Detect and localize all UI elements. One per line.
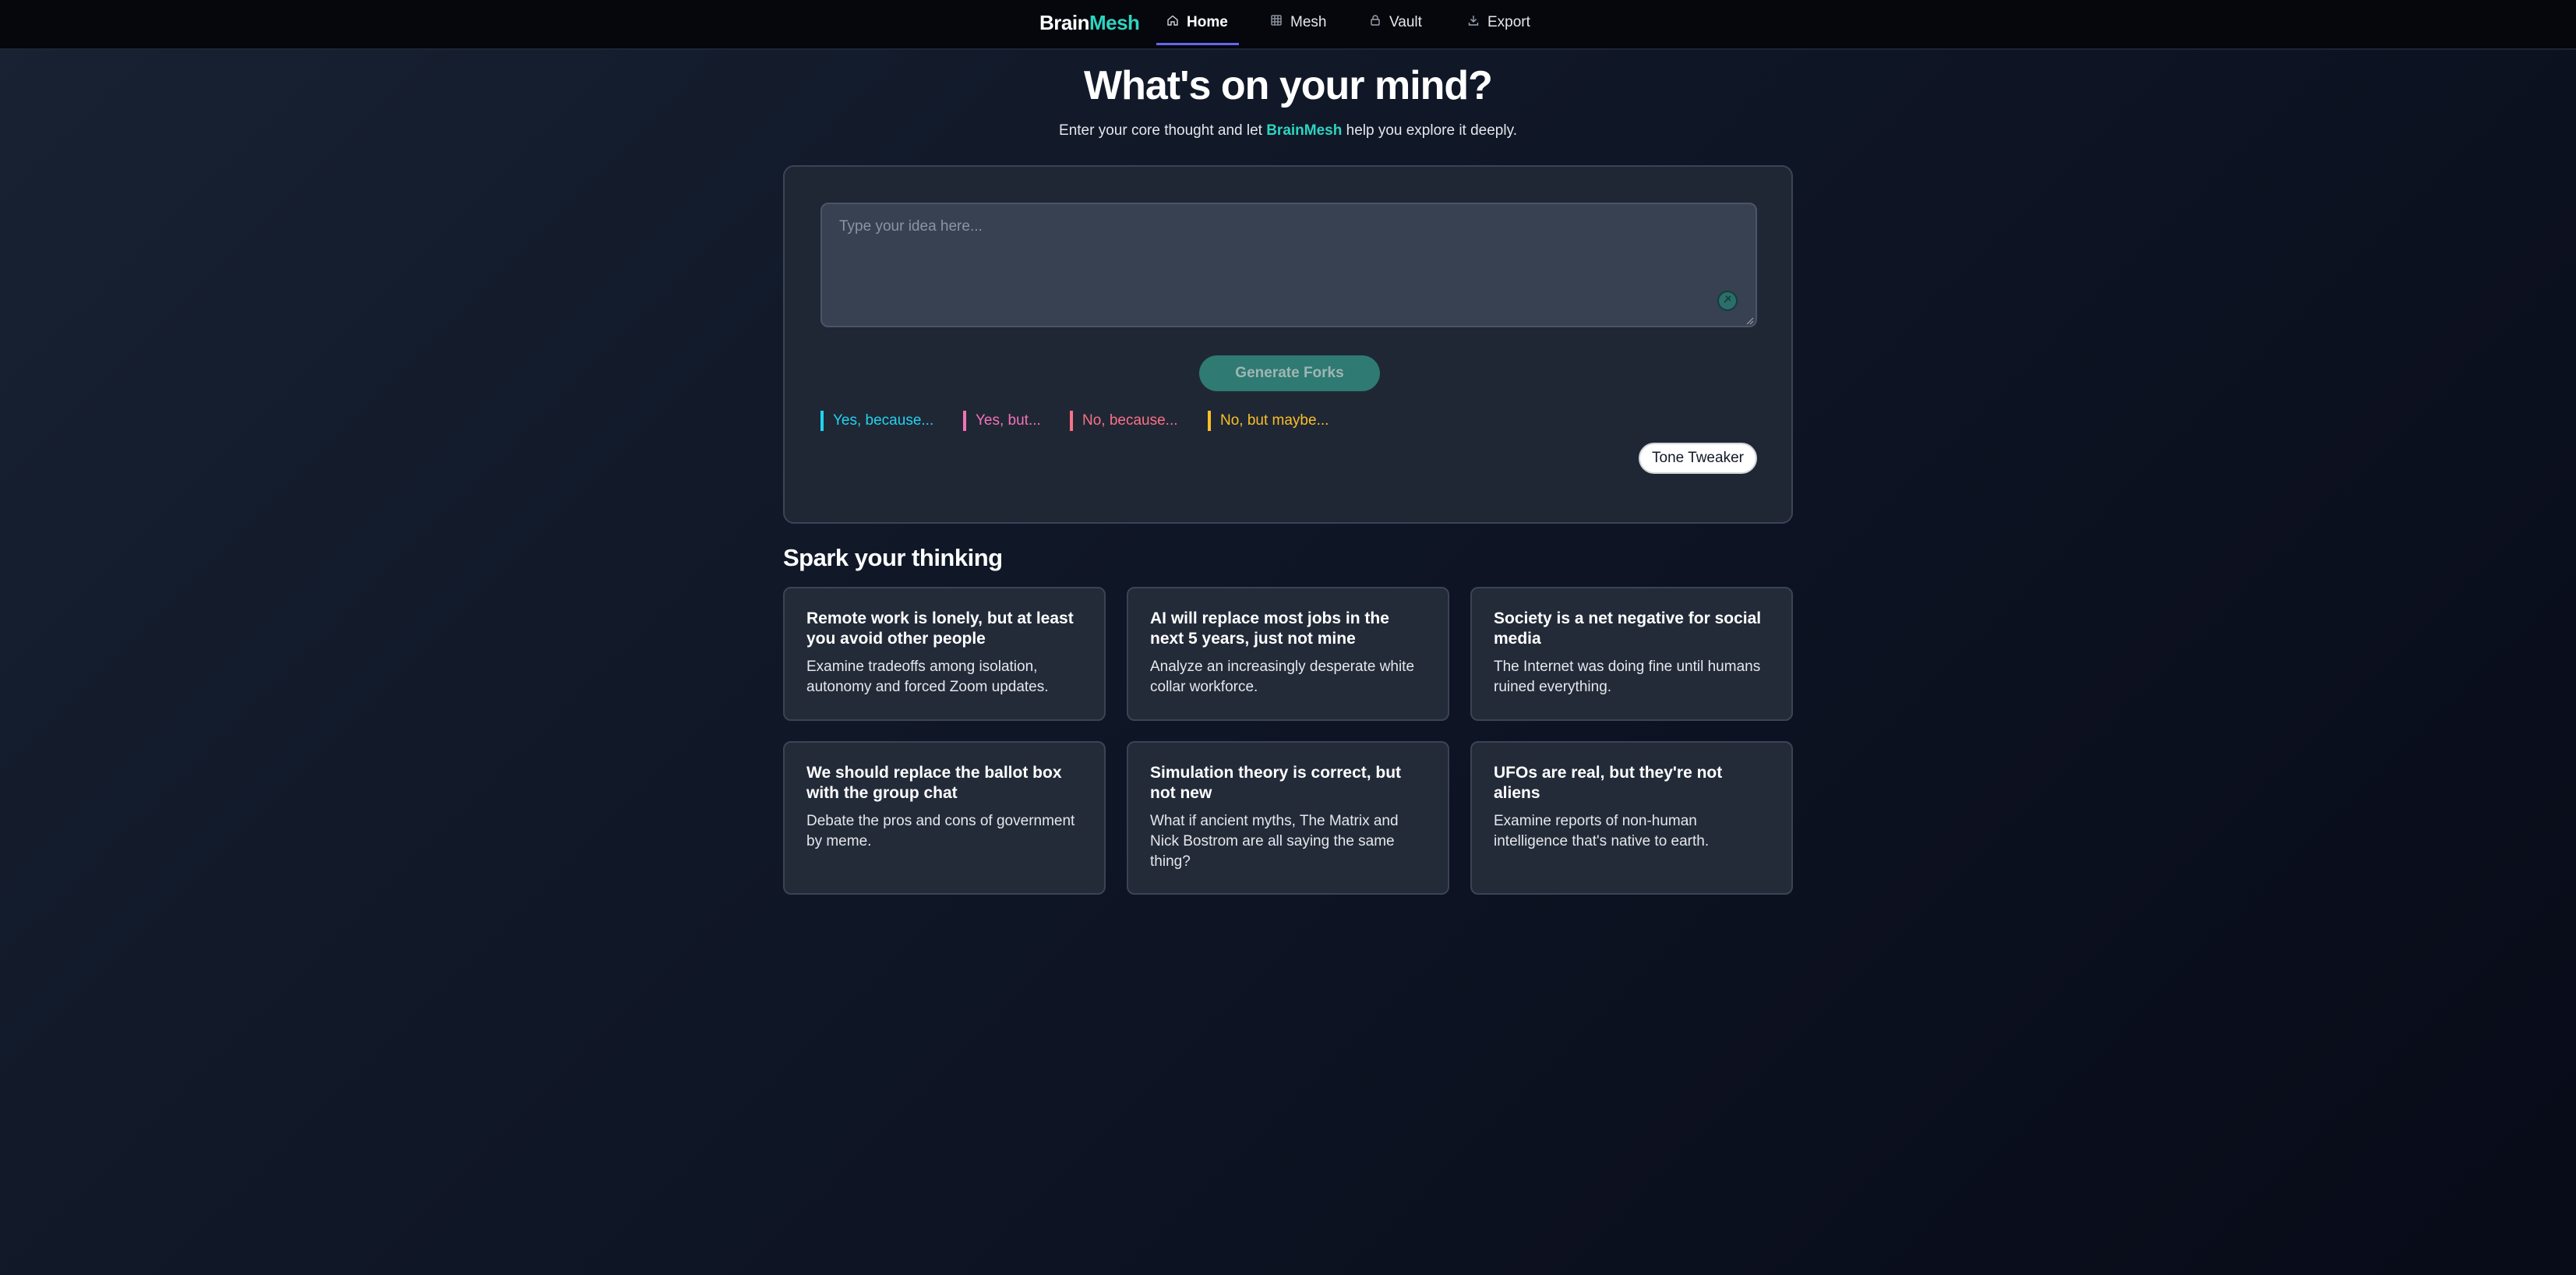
- voice-input-button[interactable]: [1717, 291, 1738, 311]
- page-title: What's on your mind?: [1084, 63, 1493, 108]
- spark-card-title: Simulation theory is correct, but not ne…: [1150, 764, 1402, 802]
- idea-input[interactable]: [820, 203, 1757, 327]
- nav-label-export: Export: [1487, 14, 1530, 30]
- spark-card-description: Analyze an increasingly desperate white …: [1150, 659, 1415, 695]
- subtitle-text-before: Enter your core thought and let: [1059, 122, 1267, 139]
- nav-item-export[interactable]: Export: [1467, 0, 1530, 45]
- active-tab-indicator: [1156, 43, 1239, 45]
- spark-card[interactable]: AI will replace most jobs in the next 5 …: [1127, 587, 1449, 721]
- fork-chip-no-because[interactable]: No, because...: [1070, 411, 1178, 431]
- brand-logo[interactable]: BrainMesh: [1039, 0, 1140, 45]
- idea-composer-panel: Generate Forks Yes, because... Yes, but.…: [783, 165, 1793, 524]
- subtitle-brand: BrainMesh: [1266, 122, 1343, 139]
- spark-card-title: Society is a net negative for social med…: [1494, 609, 1762, 648]
- subtitle-text-after: help you explore it deeply.: [1342, 122, 1517, 139]
- spark-section-title: Spark your thinking: [783, 544, 1003, 571]
- brand-name-part2: Mesh: [1089, 11, 1140, 34]
- home-icon: [1166, 14, 1179, 31]
- nav-item-vault[interactable]: Vault: [1369, 0, 1422, 45]
- spark-card-title: We should replace the ballot box with th…: [806, 764, 1062, 802]
- fork-chip-yes-but[interactable]: Yes, but...: [963, 411, 1041, 431]
- spark-card[interactable]: Simulation theory is correct, but not ne…: [1127, 741, 1449, 895]
- spark-card[interactable]: Society is a net negative for social med…: [1470, 587, 1793, 721]
- textarea-resize-handle[interactable]: [1745, 315, 1754, 325]
- fork-chip-yes-because[interactable]: Yes, because...: [820, 411, 933, 431]
- spark-card-description: What if ancient myths, The Matrix and Ni…: [1150, 813, 1399, 870]
- spark-card[interactable]: Remote work is lonely, but at least you …: [783, 587, 1106, 721]
- lock-icon: [1369, 14, 1382, 31]
- spark-card-title: Remote work is lonely, but at least you …: [806, 609, 1074, 648]
- top-navbar: BrainMesh Home Mesh Vault Export: [0, 0, 2576, 50]
- spark-card-description: The Internet was doing fine until humans…: [1494, 659, 1761, 695]
- nav-item-home[interactable]: Home: [1166, 0, 1228, 45]
- generate-forks-button[interactable]: Generate Forks: [1199, 355, 1380, 391]
- spark-card-title: UFOs are real, but they're not aliens: [1494, 764, 1723, 802]
- nav-label-home: Home: [1187, 14, 1228, 30]
- brand-name-part1: Brain: [1039, 11, 1089, 34]
- spark-card-description: Examine reports of non-human intelligenc…: [1494, 813, 1710, 849]
- page-subtitle: Enter your core thought and let BrainMes…: [0, 122, 2576, 140]
- fork-chip-no-but-maybe[interactable]: No, but maybe...: [1208, 411, 1329, 431]
- download-icon: [1467, 14, 1480, 31]
- nav-label-vault: Vault: [1389, 14, 1422, 30]
- microphone-icon: [1722, 294, 1733, 309]
- grid-icon: [1270, 14, 1283, 31]
- spark-card-description: Examine tradeoffs among isolation, auton…: [806, 659, 1049, 695]
- spark-card[interactable]: We should replace the ballot box with th…: [783, 741, 1106, 895]
- spark-card-description: Debate the pros and cons of government b…: [806, 813, 1075, 849]
- tone-tweaker-button[interactable]: Tone Tweaker: [1639, 443, 1757, 474]
- nav-item-mesh[interactable]: Mesh: [1270, 0, 1326, 45]
- spark-card[interactable]: UFOs are real, but they're not aliens Ex…: [1470, 741, 1793, 895]
- spark-card-title: AI will replace most jobs in the next 5 …: [1150, 609, 1389, 648]
- nav-label-mesh: Mesh: [1290, 14, 1327, 30]
